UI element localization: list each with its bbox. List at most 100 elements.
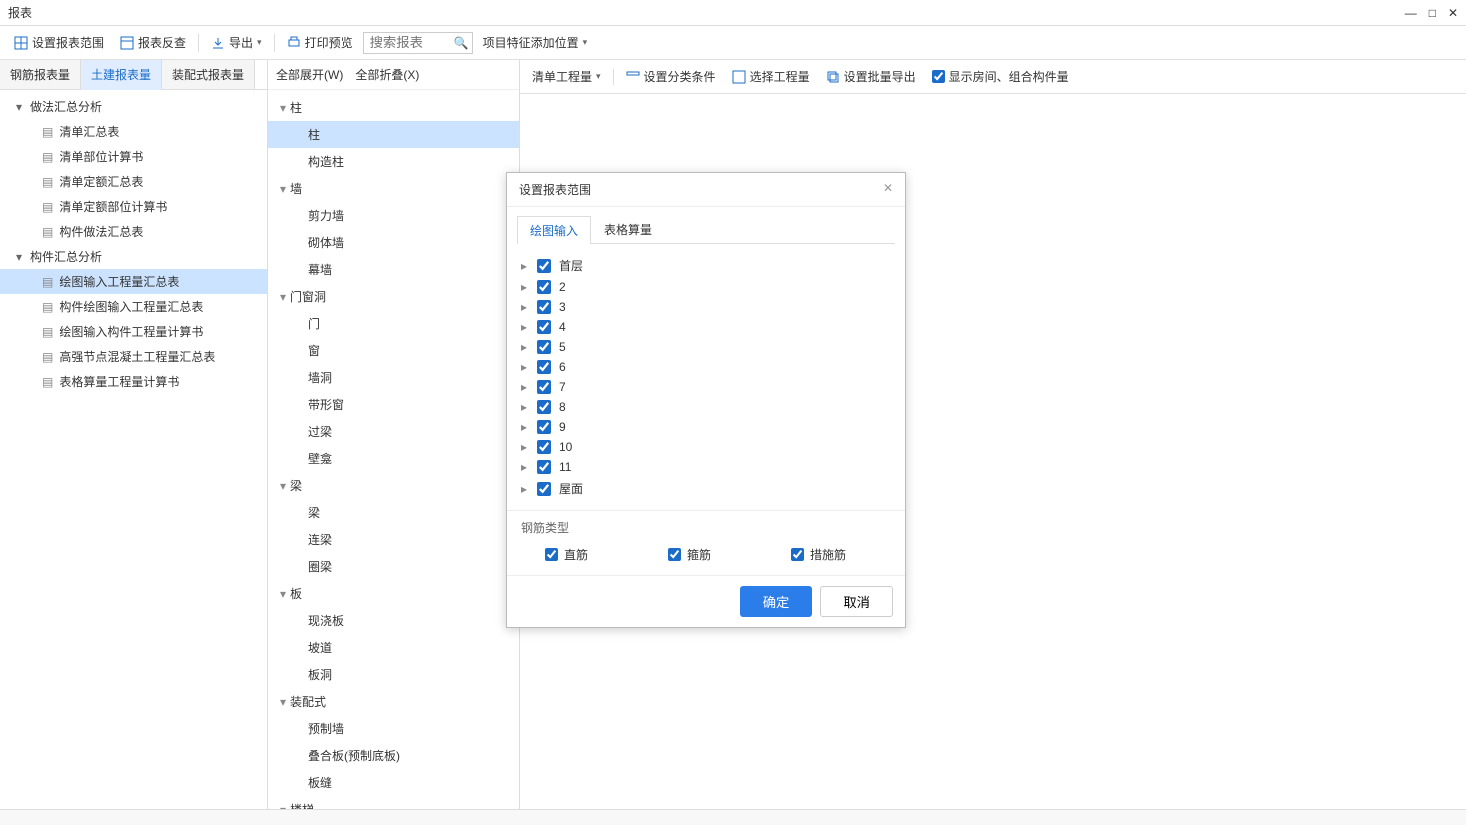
tab-rebar[interactable]: 钢筋报表量: [0, 60, 81, 89]
category-item[interactable]: 过梁: [268, 418, 519, 445]
set-range-dialog: 设置报表范围 ✕ 绘图输入 表格算量 ▸首层▸2▸3▸4▸5▸6▸7▸8▸9▸1…: [506, 172, 906, 628]
category-group[interactable]: ▾梁: [268, 472, 519, 499]
close-button[interactable]: ✕: [1448, 6, 1458, 20]
ok-button[interactable]: 确定: [740, 586, 813, 617]
set-range-button[interactable]: 设置报表范围: [8, 31, 110, 54]
expand-icon[interactable]: ▸: [521, 259, 529, 273]
tab-prefab[interactable]: 装配式报表量: [162, 60, 255, 89]
expand-icon[interactable]: ▸: [521, 340, 529, 354]
expand-icon[interactable]: ▸: [521, 360, 529, 374]
minimize-button[interactable]: —: [1405, 6, 1417, 20]
window-title: 报表: [8, 4, 32, 21]
expand-icon[interactable]: ▸: [521, 400, 529, 414]
expand-icon[interactable]: ▸: [521, 380, 529, 394]
category-item[interactable]: 板洞: [268, 661, 519, 688]
batch-export-button[interactable]: 设置批量导出: [822, 66, 920, 87]
category-group[interactable]: ▾门窗洞: [268, 283, 519, 310]
rebar-type-label: 钢筋类型: [521, 519, 891, 542]
quantity-type-dropdown[interactable]: 清单工程量 ▾: [528, 66, 605, 87]
category-group[interactable]: ▾柱: [268, 94, 519, 121]
floor-checkbox-row[interactable]: ▸11: [521, 457, 891, 477]
tree-item[interactable]: ▤高强节点混凝土工程量汇总表: [0, 344, 267, 369]
floor-checkbox-row[interactable]: ▸2: [521, 277, 891, 297]
category-item[interactable]: 梁: [268, 499, 519, 526]
category-item[interactable]: 壁龛: [268, 445, 519, 472]
category-item[interactable]: 圈梁: [268, 553, 519, 580]
modal-tab-table[interactable]: 表格算量: [591, 215, 665, 243]
category-item[interactable]: 连梁: [268, 526, 519, 553]
dialog-title: 设置报表范围: [519, 181, 591, 198]
category-item[interactable]: 窗: [268, 337, 519, 364]
tree-item[interactable]: ▤绘图输入工程量汇总表: [0, 269, 267, 294]
rebar-type-checkbox[interactable]: 箍筋: [668, 546, 711, 563]
floor-checkbox-row[interactable]: ▸3: [521, 297, 891, 317]
tree-item[interactable]: ▤构件绘图输入工程量汇总表: [0, 294, 267, 319]
floor-checkbox-row[interactable]: ▸9: [521, 417, 891, 437]
maximize-button[interactable]: □: [1429, 6, 1436, 20]
status-bar: [0, 809, 1466, 825]
category-item[interactable]: 墙洞: [268, 364, 519, 391]
select-qty-button[interactable]: 选择工程量: [728, 66, 814, 87]
floor-checkbox-row[interactable]: ▸6: [521, 357, 891, 377]
collapse-all-button[interactable]: 全部折叠(X): [355, 66, 419, 83]
category-group[interactable]: ▾板: [268, 580, 519, 607]
export-icon: [211, 36, 225, 50]
category-item[interactable]: 现浇板: [268, 607, 519, 634]
category-item[interactable]: 剪力墙: [268, 202, 519, 229]
expand-icon[interactable]: ▸: [521, 420, 529, 434]
floor-checkbox-row[interactable]: ▸首层: [521, 254, 891, 277]
chevron-down-icon: ▾: [257, 37, 262, 48]
tree-item[interactable]: ▤清单定额汇总表: [0, 169, 267, 194]
modal-tab-drawing[interactable]: 绘图输入: [517, 216, 591, 244]
show-room-checkbox[interactable]: 显示房间、组合构件量: [928, 66, 1073, 87]
floor-checkbox-row[interactable]: ▸7: [521, 377, 891, 397]
tree-item[interactable]: ▤清单定额部位计算书: [0, 194, 267, 219]
category-item[interactable]: 预制墙: [268, 715, 519, 742]
expand-icon[interactable]: ▸: [521, 440, 529, 454]
classify-button[interactable]: 设置分类条件: [622, 66, 720, 87]
export-button[interactable]: 导出 ▾: [205, 31, 268, 54]
rebar-type-checkbox[interactable]: 直筋: [545, 546, 588, 563]
floor-checkbox-row[interactable]: ▸4: [521, 317, 891, 337]
floor-checkbox-row[interactable]: ▸10: [521, 437, 891, 457]
recheck-button[interactable]: 报表反查: [114, 31, 192, 54]
category-item[interactable]: 板缝: [268, 769, 519, 796]
category-item[interactable]: 叠合板(预制底板): [268, 742, 519, 769]
grid-icon: [14, 36, 28, 50]
category-item[interactable]: 柱: [268, 121, 519, 148]
table-icon: [120, 36, 134, 50]
cancel-button[interactable]: 取消: [820, 586, 893, 617]
rebar-type-checkbox[interactable]: 措施筋: [791, 546, 846, 563]
category-item[interactable]: 构造柱: [268, 148, 519, 175]
tree-item[interactable]: ▤清单部位计算书: [0, 144, 267, 169]
category-item[interactable]: 坡道: [268, 634, 519, 661]
category-item[interactable]: 幕墙: [268, 256, 519, 283]
category-item[interactable]: 砌体墙: [268, 229, 519, 256]
expand-icon[interactable]: ▸: [521, 280, 529, 294]
expand-icon[interactable]: ▸: [521, 300, 529, 314]
tree-item[interactable]: ▤绘图输入构件工程量计算书: [0, 319, 267, 344]
expand-all-button[interactable]: 全部展开(W): [276, 66, 343, 83]
feature-position-dropdown[interactable]: 项目特征添加位置 ▾: [477, 31, 594, 54]
tab-civil[interactable]: 土建报表量: [81, 60, 162, 90]
category-item[interactable]: 门: [268, 310, 519, 337]
floor-checkbox-row[interactable]: ▸5: [521, 337, 891, 357]
tree-item[interactable]: ▤表格算量工程量计算书: [0, 369, 267, 394]
category-group[interactable]: ▾装配式: [268, 688, 519, 715]
category-group[interactable]: ▾楼梯: [268, 796, 519, 809]
category-item[interactable]: 带形窗: [268, 391, 519, 418]
print-icon: [287, 36, 301, 50]
tree-item[interactable]: ▤构件做法汇总表: [0, 219, 267, 244]
tree-group[interactable]: ▾做法汇总分析: [0, 94, 267, 119]
expand-icon[interactable]: ▸: [521, 320, 529, 334]
search-icon[interactable]: 🔍: [454, 36, 469, 50]
dialog-close-button[interactable]: ✕: [883, 181, 893, 198]
tree-group[interactable]: ▾构件汇总分析: [0, 244, 267, 269]
category-group[interactable]: ▾墙: [268, 175, 519, 202]
floor-checkbox-row[interactable]: ▸屋面: [521, 477, 891, 500]
floor-checkbox-row[interactable]: ▸8: [521, 397, 891, 417]
expand-icon[interactable]: ▸: [521, 460, 529, 474]
tree-item[interactable]: ▤清单汇总表: [0, 119, 267, 144]
expand-icon[interactable]: ▸: [521, 482, 529, 496]
print-preview-button[interactable]: 打印预览: [281, 31, 359, 54]
